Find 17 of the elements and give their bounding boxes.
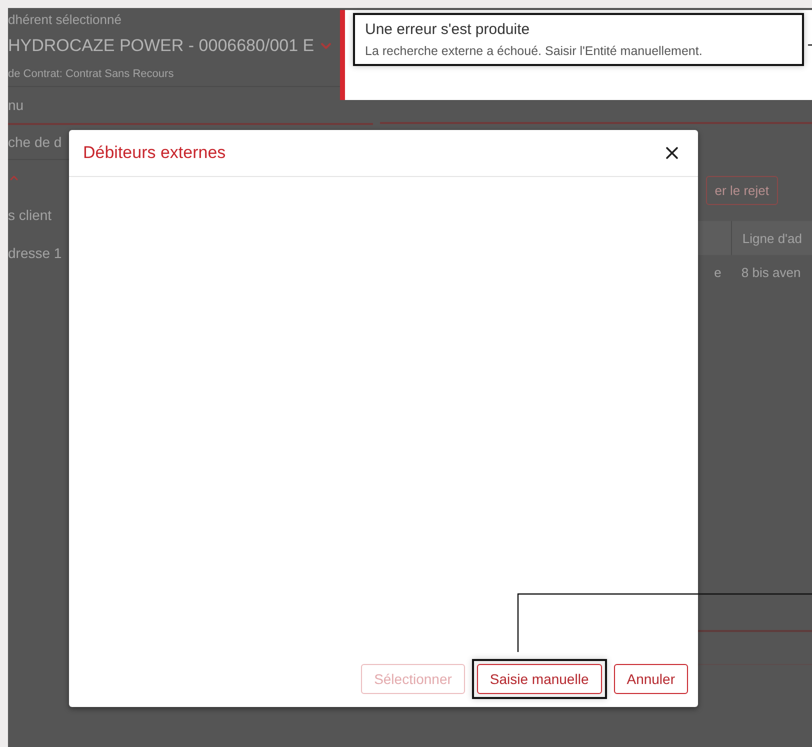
dialog-button[interactable]: Annuler <box>614 664 688 694</box>
dialog-title: Débiteurs externes <box>83 143 226 163</box>
search-label: che de d <box>8 134 62 150</box>
menu-label: nu <box>8 97 24 113</box>
reject-button[interactable]: er le rejet <box>706 176 778 205</box>
toast-message: La recherche externe a échoué. Saisir l'Entité manuellement. <box>365 44 704 58</box>
table-header: Ligne d'ad <box>731 221 812 255</box>
toast-title: Une erreur s'est produite <box>365 21 531 38</box>
field-label: s client <box>8 207 52 223</box>
field-label: dresse 1 <box>8 245 62 261</box>
contract-type: de Contrat: Contrat Sans Recours <box>8 68 174 80</box>
adherent-selector[interactable]: HYDROCAZE POWER - 0006680/001 E <box>8 36 314 56</box>
table-cell-text: 8 bis aven <box>740 264 802 282</box>
dialog-button[interactable]: Saisie manuelle <box>476 664 602 694</box>
leader-line <box>808 44 812 46</box>
table-cell-text: e <box>713 264 722 282</box>
field-label: dhérent sélectionné <box>8 12 122 26</box>
